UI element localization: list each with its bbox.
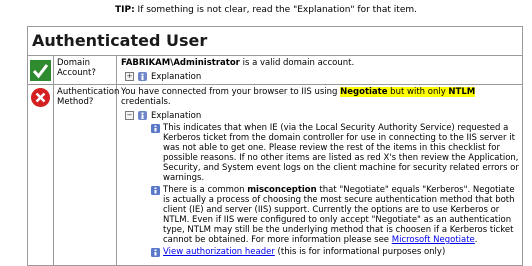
explanation-list: This indicates that when IE (via the Loc… (151, 123, 519, 257)
authentication-method-row: Authentication Method? You have connecte… (28, 85, 522, 265)
microsoft-negotiate-link[interactable]: Microsoft Negotiate (392, 235, 475, 245)
status-cell (28, 85, 54, 265)
explanation-icon (138, 72, 147, 81)
explanation-toggle[interactable]: − Explanation (125, 110, 519, 121)
minus-box-icon[interactable]: − (125, 111, 134, 120)
status-cell (28, 56, 54, 84)
plus-box-icon[interactable]: + (125, 72, 134, 81)
row-label: Domain Account? (54, 56, 117, 84)
account-message: is a valid domain account. (239, 58, 355, 68)
explanation-label: Explanation (151, 71, 202, 82)
negotiate-highlight: Negotiate but with only NTLM (340, 87, 476, 97)
row-content: FABRIKAM\Administrator is a valid domain… (118, 56, 522, 84)
row-content: You have connected from your browser to … (118, 85, 522, 265)
red-x-icon (31, 88, 50, 107)
domain-account-row: Domain Account? FABRIKAM\Administrator i… (28, 56, 522, 85)
info-bullet-icon (151, 248, 160, 257)
auth-note: (this is for informational purposes only… (274, 247, 446, 257)
account-name: FABRIKAM\Administrator (121, 58, 240, 68)
tip-label: TIP: (115, 5, 135, 15)
auth-message: You have connected from your browser to … (121, 87, 476, 107)
explanation-toggle[interactable]: + Explanation (125, 71, 519, 82)
tip-line: TIP: If something is not clear, read the… (0, 5, 532, 15)
info-bullet-icon (151, 124, 160, 133)
tip-text: If something is not clear, read the "Exp… (134, 5, 417, 15)
info-bullet-icon (151, 186, 160, 195)
explanation-icon (138, 111, 147, 120)
panel-title: Authenticated User (28, 27, 522, 56)
authenticated-user-panel: Authenticated User Domain Account? FABRI… (27, 26, 523, 266)
row-label: Authentication Method? (54, 85, 119, 265)
list-item: This indicates that when IE (via the Loc… (151, 123, 519, 183)
list-item: View authorization header (this is for i… (151, 247, 519, 257)
list-item: There is a common misconception that "Ne… (151, 185, 519, 245)
view-authorization-header-link[interactable]: View authorization header (163, 247, 275, 257)
explanation-label: Explanation (151, 110, 202, 121)
check-icon (30, 60, 51, 81)
